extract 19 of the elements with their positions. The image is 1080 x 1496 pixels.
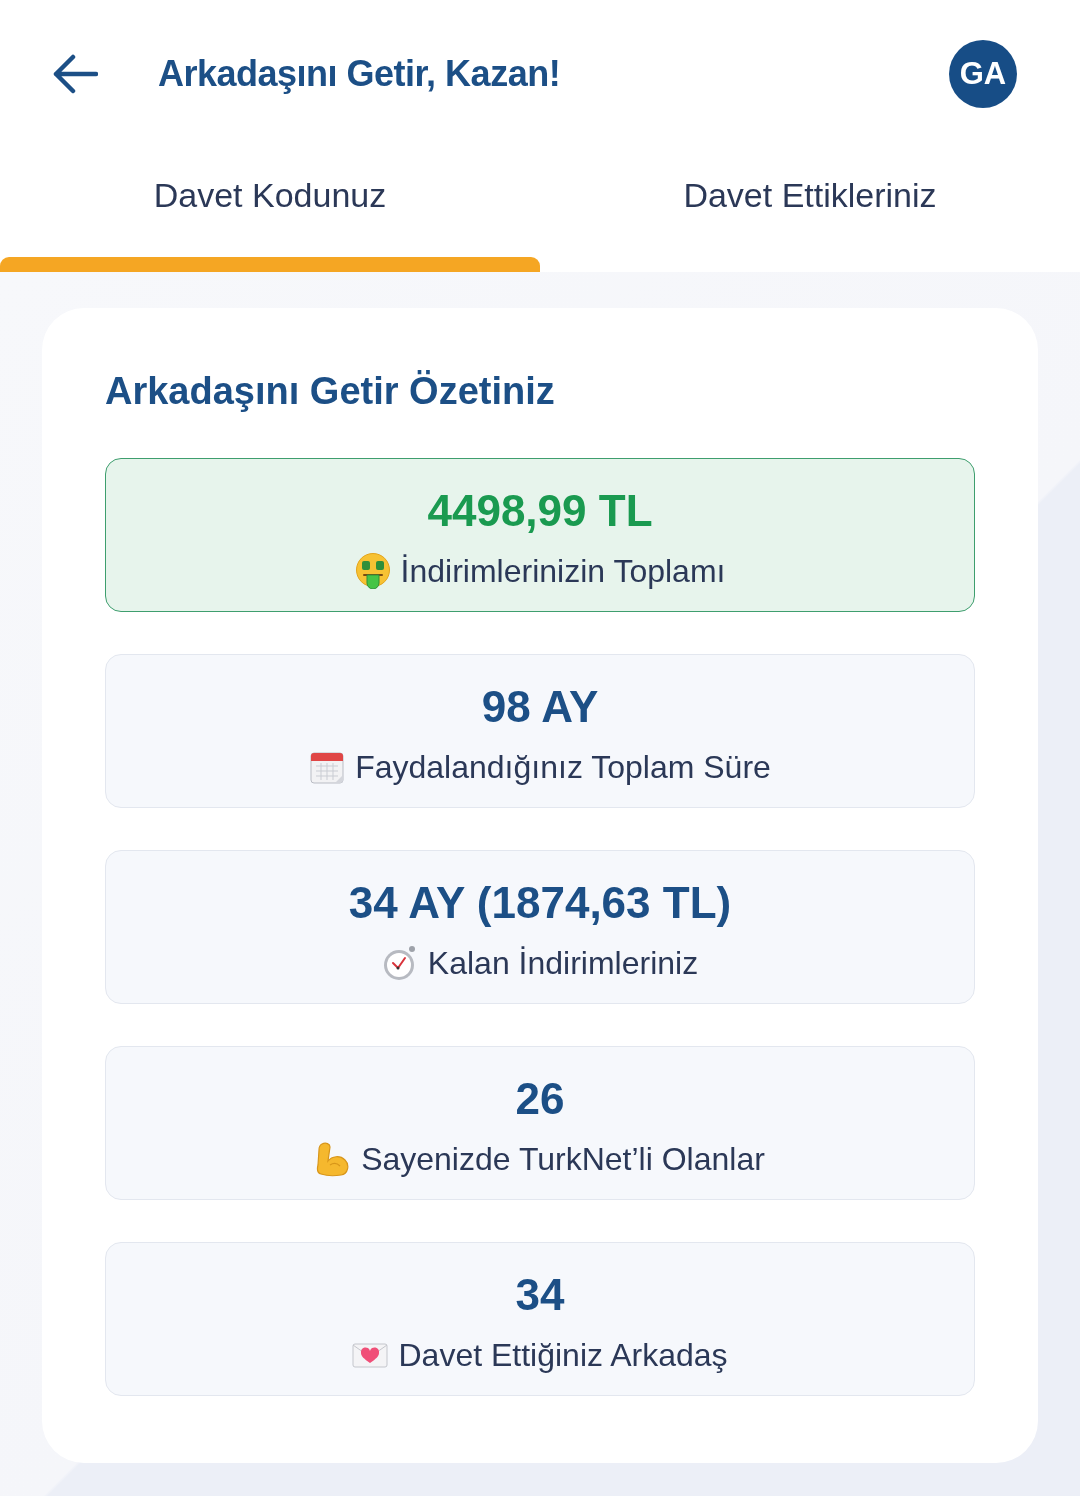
summary-title: Arkadaşını Getir Özetiniz	[105, 369, 556, 414]
stat-label: Davet Ettiğiniz Arkadaş	[398, 1336, 728, 1375]
stopwatch-icon	[381, 945, 418, 981]
money-face-icon	[354, 553, 391, 589]
avatar[interactable]: GA	[949, 40, 1017, 108]
calendar-icon	[309, 749, 346, 785]
stat-label: Kalan İndirimleriniz	[427, 944, 699, 983]
stat-value: 26	[515, 1073, 565, 1125]
stat-value: 34	[515, 1269, 565, 1321]
tab[interactable]: Davet Kodunuz	[0, 148, 540, 272]
stat-value: 98 AY	[481, 681, 599, 733]
stat-label: İndirimlerinizin Toplamı	[400, 552, 726, 591]
stat-label: Sayenizde TurkNet’li Olanlar	[361, 1140, 765, 1179]
page-title: Arkadaşını Getir, Kazan!	[158, 53, 562, 95]
stat-value: 4498,99 TL	[427, 485, 653, 537]
stat-value: 34 AY (1874,63 TL)	[348, 877, 732, 929]
back-arrow-icon	[52, 54, 98, 94]
tab[interactable]: Davet Ettikleriniz	[540, 148, 1080, 272]
stat-label: Faydalandığınız Toplam Süre	[355, 748, 771, 787]
